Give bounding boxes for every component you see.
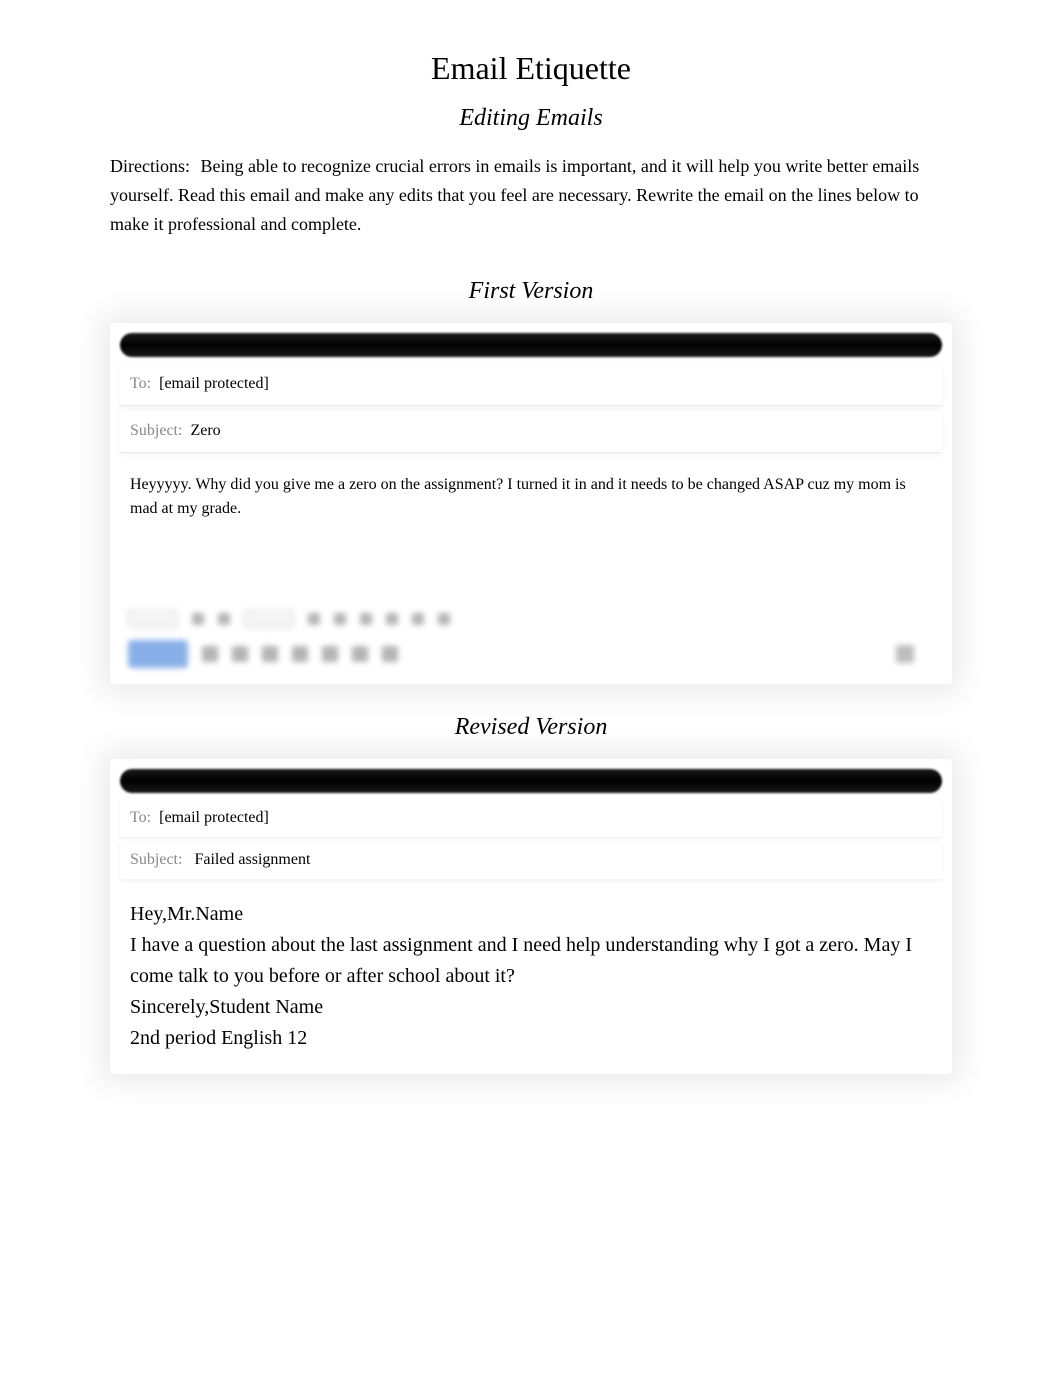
to-field-row-revised: To: [email protected]	[120, 799, 942, 837]
compose-toolbar-blurred	[120, 597, 942, 674]
subject-label-revised: Subject:	[130, 851, 182, 868]
revised-signoff: Sincerely,Student Name	[130, 992, 932, 1023]
revised-version-header: Revised Version	[110, 714, 952, 741]
link-icon	[232, 646, 248, 662]
image-icon	[322, 646, 338, 662]
directions-text: Being able to recognize crucial errors i…	[110, 156, 919, 234]
align-icon	[360, 613, 372, 625]
directions-label: Directions:	[110, 156, 190, 176]
size-selector-icon	[244, 610, 294, 628]
titlebar-blurred-text-revised	[150, 775, 153, 787]
subject-value-revised: Failed assignment	[194, 851, 310, 868]
drive-icon	[292, 646, 308, 662]
font-selector-icon	[128, 610, 178, 628]
subject-field-row: Subject: Zero	[120, 410, 942, 453]
to-field-row: To: [email protected]	[120, 363, 942, 406]
quote-icon	[438, 613, 450, 625]
titlebar-blurred-text	[150, 339, 153, 351]
italic-icon	[218, 613, 230, 625]
attach-icon	[202, 646, 218, 662]
email-window-titlebar-revised	[120, 769, 942, 793]
format-toolbar-row	[128, 608, 934, 630]
revised-paragraph: I have a question about the last assignm…	[130, 930, 932, 992]
page-title: Email Etiquette	[110, 50, 952, 87]
to-label-revised: To:	[130, 809, 151, 826]
more-icon	[382, 646, 398, 662]
subject-value: Zero	[190, 422, 220, 440]
page-subtitle: Editing Emails	[110, 105, 952, 132]
subject-field-row-revised: Subject: Failed assignment	[120, 841, 942, 879]
to-value: [email protected]	[159, 375, 269, 393]
send-toolbar-row	[128, 640, 934, 668]
to-value-revised: [email protected]	[159, 809, 269, 826]
first-version-header: First Version	[110, 278, 952, 305]
send-button	[128, 640, 188, 668]
underline-icon	[308, 613, 320, 625]
subject-label: Subject:	[130, 422, 182, 440]
emoji-icon	[262, 646, 278, 662]
directions-block: Directions: Being able to recognize cruc…	[110, 152, 952, 238]
indent-icon	[412, 613, 424, 625]
first-version-body: Heyyyyy. Why did you give me a zero on t…	[120, 457, 942, 597]
lock-icon	[352, 646, 368, 662]
list-icon	[386, 613, 398, 625]
first-version-email: To: [email protected] Subject: Zero Heyy…	[110, 323, 952, 684]
bold-icon	[192, 613, 204, 625]
email-window-titlebar	[120, 333, 942, 357]
revised-greeting: Hey,Mr.Name	[130, 899, 932, 930]
revised-class-info: 2nd period English 12	[130, 1023, 932, 1054]
to-label: To:	[130, 375, 151, 393]
color-icon	[334, 613, 346, 625]
revised-version-body: Hey,Mr.Name I have a question about the …	[120, 883, 942, 1064]
trash-icon	[896, 645, 914, 663]
revised-version-email: To: [email protected] Subject: Failed ass…	[110, 759, 952, 1074]
